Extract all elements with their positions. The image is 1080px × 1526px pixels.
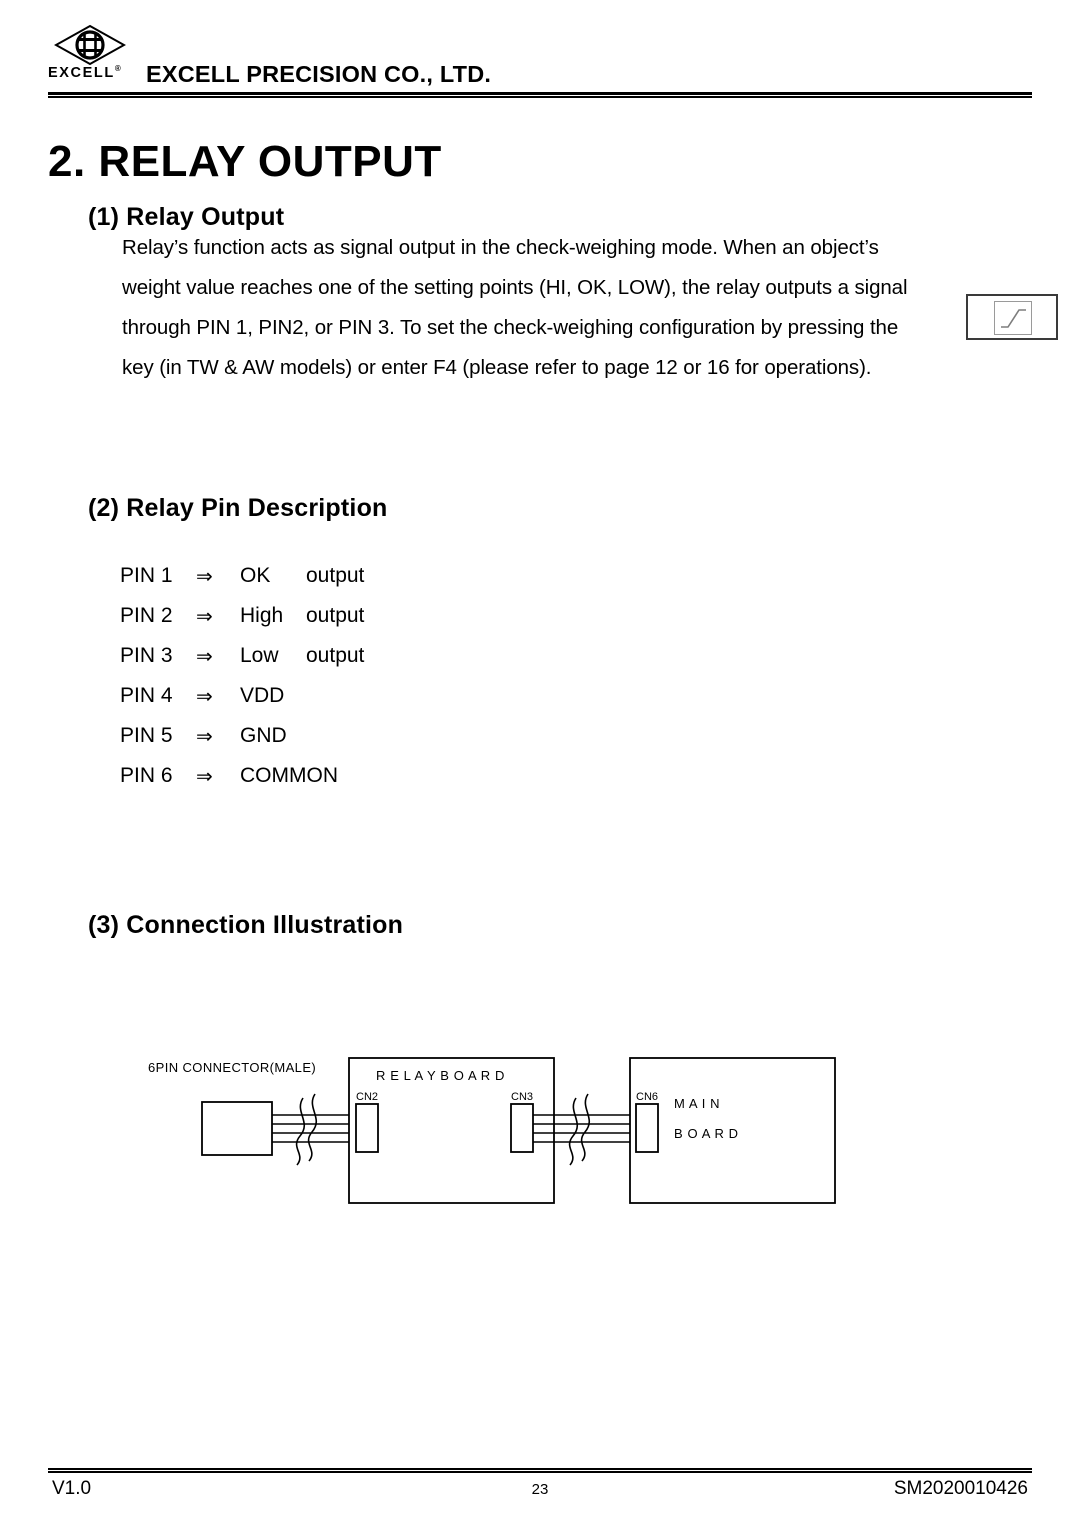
- page-footer: V1.0 23 SM2020010426: [48, 1478, 1032, 1508]
- pin-row: PIN 4 ⇒ VDD: [120, 676, 364, 716]
- cn2-connector: [355, 1103, 379, 1153]
- arrow-right-double-icon: ⇒: [196, 725, 213, 748]
- pin-number: PIN 4: [120, 684, 173, 707]
- pin-number: PIN 2: [120, 604, 173, 627]
- registered-trademark-icon: ®: [114, 64, 121, 73]
- pin-kind: output: [306, 644, 365, 667]
- connection-illustration-diagram: 6PIN CONNECTOR(MALE) R E L A Y B O A R D…: [140, 1050, 840, 1215]
- pin-kind: output: [306, 564, 365, 587]
- arrow-right-double-icon: ⇒: [196, 765, 213, 788]
- relay-board-cn3-label: CN3: [511, 1091, 533, 1103]
- arrow-right-double-icon: ⇒: [196, 645, 213, 668]
- logo-wordmark-text: EXCELL: [48, 64, 115, 81]
- page-title: 2. RELAY OUTPUT: [48, 137, 442, 187]
- header-divider: [48, 92, 1032, 98]
- cn3-connector: [510, 1103, 534, 1153]
- paragraph-line: key (in TW & AW models) or enter F4 (ple…: [122, 356, 872, 379]
- section-heading-connection-illustration: (3) Connection Illustration: [88, 910, 404, 939]
- paragraph-line: weight value reaches one of the setting …: [122, 276, 908, 299]
- paragraph-line: Relay’s function acts as signal output i…: [122, 236, 879, 259]
- pin-signal: Low: [240, 644, 279, 667]
- pin-number: PIN 1: [120, 564, 173, 587]
- document-page: EXCELL® EXCELL PRECISION CO., LTD. 2. RE…: [0, 0, 1080, 1526]
- pin-row: PIN 1 ⇒ OK output: [120, 556, 364, 596]
- arrow-right-double-icon: ⇒: [196, 605, 213, 628]
- document-number: SM2020010426: [893, 1478, 1028, 1499]
- arrow-right-double-icon: ⇒: [196, 565, 213, 588]
- section-heading-relay-pin-description: (2) Relay Pin Description: [88, 493, 388, 522]
- excell-diamond-wheel-logo-icon: [53, 24, 127, 66]
- ramp-step-key-icon: [994, 301, 1032, 335]
- relay-output-paragraph: Relay’s function acts as signal output i…: [122, 228, 1002, 388]
- cn6-connector: [635, 1103, 659, 1153]
- cable-bundle-left: [272, 1114, 349, 1143]
- company-logo: EXCELL®: [48, 24, 140, 86]
- cable-break-icon: [568, 1093, 591, 1166]
- main-board-cn6-label: CN6: [636, 1091, 658, 1103]
- connector-box: [201, 1101, 273, 1156]
- pin-row: PIN 5 ⇒ GND: [120, 716, 364, 756]
- paragraph-line: through PIN 1, PIN2, or PIN 3. To set th…: [122, 316, 899, 339]
- cable-break-icon: [295, 1093, 318, 1166]
- relay-board-label: R E L A Y B O A R D: [376, 1068, 505, 1083]
- pin-signal: COMMON: [240, 764, 338, 787]
- pin-signal: OK: [240, 564, 271, 587]
- relay-board-cn2-label: CN2: [356, 1091, 378, 1103]
- pin-signal: High: [240, 604, 284, 627]
- pin-row: PIN 6 ⇒ COMMON: [120, 756, 364, 796]
- pin-signal: GND: [240, 724, 287, 747]
- pin-signal: VDD: [240, 684, 285, 707]
- logo-wordmark: EXCELL®: [48, 64, 121, 81]
- main-board-label-line2: B O A R D: [674, 1126, 739, 1141]
- pin-kind: output: [306, 604, 365, 627]
- page-number: 23: [531, 1481, 549, 1498]
- pin-row: PIN 2 ⇒ High output: [120, 596, 364, 636]
- arrow-right-double-icon: ⇒: [196, 685, 213, 708]
- company-name: EXCELL PRECISION CO., LTD.: [146, 61, 492, 87]
- main-board-label-line1: M A I N: [674, 1096, 720, 1111]
- pin-number: PIN 6: [120, 764, 173, 787]
- relay-pin-list: PIN 1 ⇒ OK output PIN 2 ⇒ High output PI…: [120, 556, 364, 796]
- pin-number: PIN 5: [120, 724, 173, 747]
- footer-divider: [48, 1468, 1032, 1473]
- page-header: EXCELL® EXCELL PRECISION CO., LTD.: [48, 24, 1032, 92]
- connector-label: 6PIN CONNECTOR(MALE): [148, 1060, 316, 1075]
- pin-number: PIN 3: [120, 644, 173, 667]
- ramp-step-key-graphic: [966, 294, 1058, 340]
- pin-row: PIN 3 ⇒ Low output: [120, 636, 364, 676]
